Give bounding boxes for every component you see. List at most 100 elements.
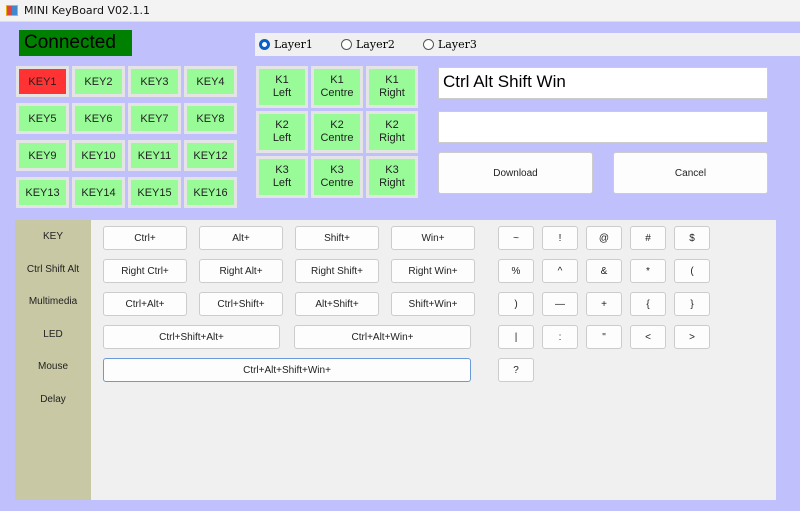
symbol-button[interactable]: }	[674, 292, 710, 316]
cancel-button[interactable]: Cancel	[613, 152, 768, 194]
knob-label: K1	[275, 74, 289, 86]
sidebar-item-led[interactable]: LED	[15, 329, 91, 340]
knob-button-6[interactable]: K2 Right	[366, 111, 418, 153]
key-button-12[interactable]: KEY12	[184, 140, 237, 171]
knob-label: K3	[385, 164, 399, 176]
symbol-button[interactable]: &	[586, 259, 622, 283]
knob-action: Left	[272, 132, 292, 144]
layer-label: Layer2	[356, 38, 395, 51]
modifier-button[interactable]: Ctrl+Alt+	[103, 292, 187, 316]
knob-button-4[interactable]: K2 Left	[256, 111, 308, 153]
knob-label: K3	[330, 164, 344, 176]
symbol-button[interactable]: @	[586, 226, 622, 250]
sidebar-item-delay[interactable]: Delay	[15, 394, 91, 405]
knob-button-5[interactable]: K2 Centre	[311, 111, 363, 153]
symbol-button[interactable]: :	[542, 325, 578, 349]
symbol-button[interactable]: |	[498, 325, 534, 349]
knob-label: K1	[385, 74, 399, 86]
symbol-button[interactable]: "	[586, 325, 622, 349]
app-icon	[6, 5, 18, 16]
layer-label: Layer1	[274, 38, 313, 51]
key-button-13[interactable]: KEY13	[16, 177, 69, 208]
knob-action: Centre	[320, 87, 354, 99]
layer1-radio[interactable]: Layer1	[259, 38, 337, 51]
category-sidebar	[15, 220, 91, 500]
symbol-button[interactable]: ~	[498, 226, 534, 250]
key-button-8[interactable]: KEY8	[184, 103, 237, 134]
key-button-3[interactable]: KEY3	[128, 66, 181, 97]
knob-button-1[interactable]: K1 Left	[256, 66, 308, 108]
radio-icon	[341, 39, 352, 50]
symbol-button[interactable]: %	[498, 259, 534, 283]
layer2-radio[interactable]: Layer2	[341, 38, 419, 51]
radio-icon	[423, 39, 434, 50]
modifier-button[interactable]: Ctrl+	[103, 226, 187, 250]
modifier-button[interactable]: Ctrl+Shift+Alt+	[103, 325, 280, 349]
layer3-radio[interactable]: Layer3	[423, 38, 501, 51]
key-button-4[interactable]: KEY4	[184, 66, 237, 97]
knob-label: K2	[275, 119, 289, 131]
knob-action: Centre	[320, 132, 354, 144]
sidebar-item-key[interactable]: KEY	[15, 231, 91, 242]
radio-selected-icon	[259, 39, 270, 50]
title-bar: MINI KeyBoard V02.1.1	[0, 0, 800, 22]
symbol-button[interactable]: *	[630, 259, 666, 283]
modifier-button[interactable]: Alt+Shift+	[295, 292, 379, 316]
key-button-1[interactable]: KEY1	[16, 66, 69, 97]
key-button-2[interactable]: KEY2	[72, 66, 125, 97]
sidebar-item-multimedia[interactable]: Multimedia	[15, 296, 91, 307]
layer-selector: Layer1 Layer2 Layer3	[255, 33, 800, 56]
key-button-16[interactable]: KEY16	[184, 177, 237, 208]
download-button[interactable]: Download	[438, 152, 593, 194]
symbol-button[interactable]: #	[630, 226, 666, 250]
modifier-button[interactable]: Right Ctrl+	[103, 259, 187, 283]
modifier-button[interactable]: Shift+	[295, 226, 379, 250]
connection-status: Connected	[19, 30, 132, 56]
symbol-button[interactable]: (	[674, 259, 710, 283]
symbol-button[interactable]: {	[630, 292, 666, 316]
symbol-button[interactable]: —	[542, 292, 578, 316]
knob-button-3[interactable]: K1 Right	[366, 66, 418, 108]
symbol-button[interactable]: ^	[542, 259, 578, 283]
sidebar-item-mouse[interactable]: Mouse	[15, 361, 91, 372]
modifier-button[interactable]: Shift+Win+	[391, 292, 475, 316]
modifier-button[interactable]: Win+	[391, 226, 475, 250]
modifier-button[interactable]: Ctrl+Alt+Shift+Win+	[103, 358, 471, 382]
key-mapping-display-2[interactable]	[438, 111, 768, 143]
key-button-11[interactable]: KEY11	[128, 140, 181, 171]
modifier-button[interactable]: Ctrl+Alt+Win+	[294, 325, 471, 349]
knob-action: Right	[379, 177, 405, 189]
knob-action: Left	[272, 87, 292, 99]
knob-button-2[interactable]: K1 Centre	[311, 66, 363, 108]
modifier-button[interactable]: Right Shift+	[295, 259, 379, 283]
knob-action: Left	[272, 177, 292, 189]
key-button-6[interactable]: KEY6	[72, 103, 125, 134]
knob-action: Right	[379, 87, 405, 99]
knob-button-9[interactable]: K3 Right	[366, 156, 418, 198]
key-mapping-display[interactable]: Ctrl Alt Shift Win	[438, 67, 768, 99]
knob-action: Centre	[320, 177, 354, 189]
modifier-button[interactable]: Ctrl+Shift+	[199, 292, 283, 316]
key-button-10[interactable]: KEY10	[72, 140, 125, 171]
modifier-button[interactable]: Right Win+	[391, 259, 475, 283]
symbol-button[interactable]: +	[586, 292, 622, 316]
symbol-button[interactable]: $	[674, 226, 710, 250]
window-title: MINI KeyBoard V02.1.1	[24, 4, 150, 17]
sidebar-item-ctrl-shift-alt[interactable]: Ctrl Shift Alt	[15, 264, 91, 275]
knob-action: Right	[379, 132, 405, 144]
symbol-button[interactable]: <	[630, 325, 666, 349]
key-button-5[interactable]: KEY5	[16, 103, 69, 134]
symbol-button[interactable]: >	[674, 325, 710, 349]
symbol-button[interactable]: )	[498, 292, 534, 316]
symbol-button[interactable]: !	[542, 226, 578, 250]
key-button-7[interactable]: KEY7	[128, 103, 181, 134]
key-button-9[interactable]: KEY9	[16, 140, 69, 171]
knob-button-7[interactable]: K3 Left	[256, 156, 308, 198]
knob-button-8[interactable]: K3 Centre	[311, 156, 363, 198]
symbol-button[interactable]: ?	[498, 358, 534, 382]
modifier-button[interactable]: Alt+	[199, 226, 283, 250]
knob-label: K3	[275, 164, 289, 176]
key-button-15[interactable]: KEY15	[128, 177, 181, 208]
modifier-button[interactable]: Right Alt+	[199, 259, 283, 283]
key-button-14[interactable]: KEY14	[72, 177, 125, 208]
